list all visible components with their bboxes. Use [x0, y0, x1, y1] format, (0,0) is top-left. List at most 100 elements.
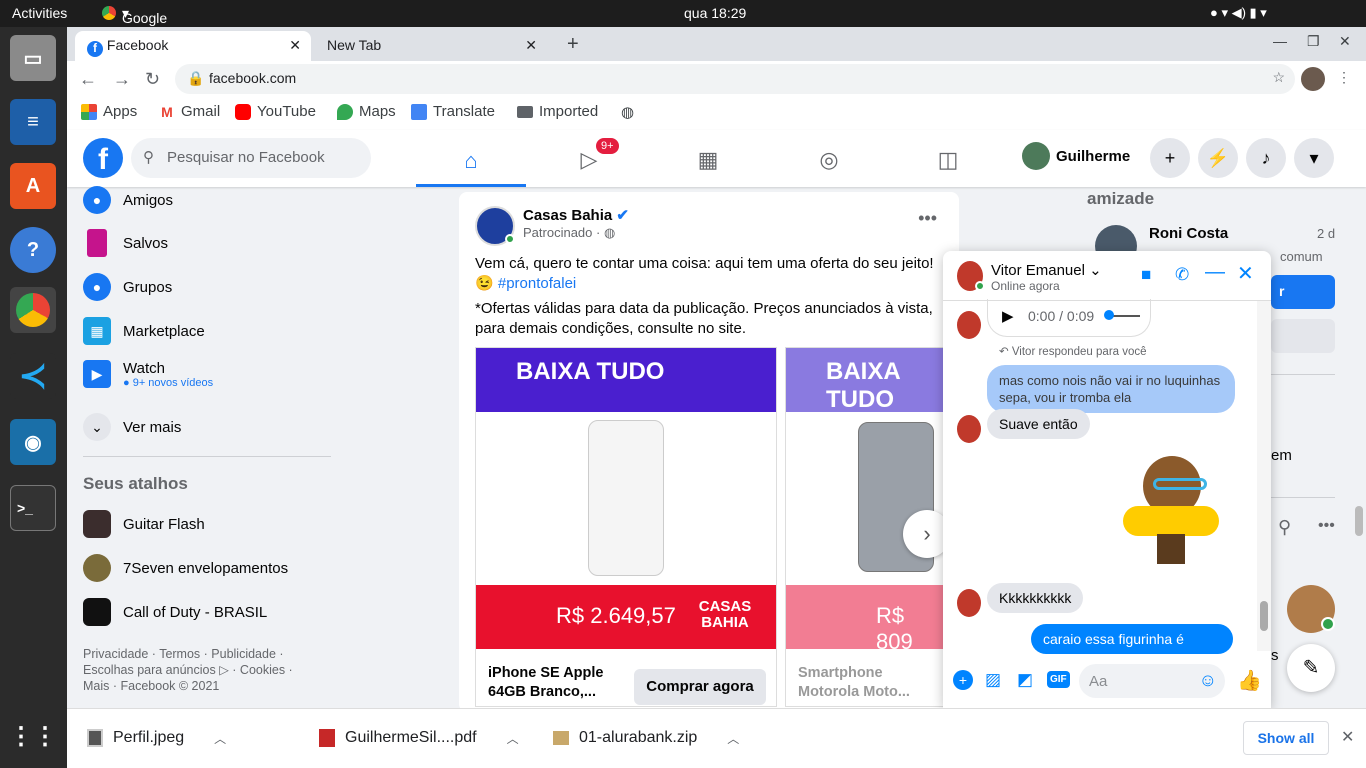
nav-groups[interactable]: ◎	[774, 138, 884, 182]
audio-scrubber[interactable]	[1104, 310, 1114, 320]
contacts-menu-icon[interactable]: •••	[1318, 517, 1335, 535]
writer-icon[interactable]: ≡	[10, 99, 56, 145]
bookmark-globe[interactable]: ◍	[621, 103, 634, 121]
play-icon[interactable]: ▶	[1002, 307, 1014, 325]
bookmark-imported[interactable]: Imported	[517, 103, 598, 120]
tab-new-tab[interactable]: New Tab ✕	[315, 31, 547, 61]
page-scrollbar[interactable]	[1355, 506, 1363, 536]
close-downloads-icon[interactable]: ✕	[1341, 727, 1354, 747]
help-icon[interactable]: ?	[10, 227, 56, 273]
audio-message[interactable]: ▶ 0:00 / 0:09	[987, 299, 1151, 337]
shortcut-call-of-duty[interactable]: Call of Duty - BRASIL	[83, 598, 267, 626]
back-icon[interactable]: ←	[79, 69, 97, 90]
minimize-chat-icon[interactable]: —	[1205, 261, 1225, 284]
download-item[interactable]: Perfil.jpeg ︿	[87, 729, 226, 747]
product-card[interactable]: BAIXA TUDO R$ 2.649,57 CASAS BAHIA iPhon…	[475, 347, 777, 707]
sidebar-item-grupos[interactable]: ● Grupos	[83, 273, 172, 301]
close-window-icon[interactable]: ✕	[1339, 33, 1351, 50]
chat-scrollbar[interactable]	[1257, 301, 1271, 651]
chevron-up-icon[interactable]: ︿	[507, 730, 519, 747]
video-call-icon[interactable]: ■	[1141, 265, 1151, 285]
show-apps-icon[interactable]: ⋮⋮	[9, 713, 57, 759]
delete-button[interactable]	[1271, 319, 1335, 353]
phone-call-icon[interactable]: ✆	[1175, 265, 1189, 285]
profile-avatar[interactable]	[1301, 67, 1325, 91]
sidebar-item-ver-mais[interactable]: ⌄ Ver mais	[83, 413, 181, 441]
download-item[interactable]: 01-alurabank.zip ︿	[553, 729, 739, 747]
post-author[interactable]: Casas Bahia ✔	[523, 206, 629, 224]
facebook-logo[interactable]: f	[83, 138, 123, 178]
tab-facebook[interactable]: f Facebook ✕	[75, 31, 311, 61]
contacts-search-icon[interactable]: ⚲	[1278, 517, 1291, 538]
bookmark-translate[interactable]: Translate	[411, 103, 495, 120]
more-actions-icon[interactable]: +	[953, 670, 973, 690]
bookmark-apps[interactable]: Apps	[81, 103, 137, 120]
restore-icon[interactable]: ❐	[1307, 33, 1320, 50]
bookmark-gmail[interactable]: M Gmail	[159, 103, 220, 120]
app-menu[interactable]: Google Chrome ▾	[122, 5, 172, 42]
bookmark-youtube[interactable]: YouTube	[235, 103, 316, 120]
sidebar-item-marketplace[interactable]: ▦ Marketplace	[83, 317, 205, 345]
chat-name[interactable]: Vitor Emanuel ⌄	[991, 261, 1102, 279]
address-bar[interactable]: 🔒 facebook.com ☆	[175, 64, 1295, 94]
chrome-menu-icon[interactable]: ⋮	[1337, 69, 1351, 86]
close-chat-icon[interactable]: ✕	[1237, 261, 1254, 286]
sidebar-item-salvos[interactable]: Salvos	[83, 229, 168, 257]
hashtag-link[interactable]: #prontofalei	[498, 275, 576, 292]
nav-gaming[interactable]: ◫	[893, 138, 1003, 182]
reload-icon[interactable]: ↻	[145, 69, 160, 90]
emoji-icon[interactable]: ☺	[1199, 670, 1217, 691]
chrome-dock-icon[interactable]	[10, 287, 56, 333]
online-dot	[975, 281, 985, 291]
buy-now-button[interactable]: Comprar agora	[634, 669, 766, 705]
shortcut-7seven[interactable]: 7Seven envelopamentos	[83, 554, 288, 582]
sponsored-label[interactable]: Patrocinado	[523, 225, 592, 240]
close-tab-icon[interactable]: ✕	[289, 37, 301, 54]
message-out: caraio essa figurinha é	[1031, 624, 1233, 654]
terminal-icon[interactable]: >_	[10, 485, 56, 531]
post-menu-icon[interactable]: •••	[918, 208, 937, 229]
chevron-up-icon[interactable]: ︿	[727, 730, 739, 747]
minimize-icon[interactable]: —	[1273, 33, 1287, 49]
bookmark-maps[interactable]: Maps	[337, 103, 396, 120]
friend-name[interactable]: Roni Costa	[1149, 225, 1228, 242]
nav-marketplace[interactable]: ▦	[653, 138, 763, 182]
bookmark-star-icon[interactable]: ☆	[1272, 69, 1285, 86]
vpn-icon[interactable]: ◉	[10, 419, 56, 465]
vscode-icon[interactable]: ≺	[10, 353, 56, 399]
account-menu-button[interactable]: ▾	[1294, 138, 1334, 178]
like-icon[interactable]: 👍	[1237, 668, 1262, 693]
download-item[interactable]: GuilhermeSil....pdf ︿	[319, 729, 519, 747]
new-tab-button[interactable]: +	[567, 33, 579, 56]
system-tray-icons[interactable]: ● ▾ ◀) ▮ ▾	[1210, 5, 1267, 21]
activities-button[interactable]: Activities	[12, 5, 67, 21]
close-tab-icon[interactable]: ✕	[525, 37, 537, 54]
nav-home[interactable]: ⌂	[416, 138, 526, 187]
chat-scrollbar-thumb[interactable]	[1260, 601, 1268, 631]
gif-icon[interactable]: GIF	[1047, 671, 1070, 688]
notifications-button[interactable]: ♪	[1246, 138, 1286, 178]
message-input[interactable]: Aa ☺	[1079, 664, 1225, 698]
software-center-icon[interactable]: A	[10, 163, 56, 209]
shortcut-guitar-flash[interactable]: Guitar Flash	[83, 510, 205, 538]
create-button[interactable]: +	[1150, 138, 1190, 178]
messenger-button[interactable]: ⚡	[1198, 138, 1238, 178]
product-title: Smartphone Motorola Moto...	[798, 665, 910, 700]
download-name: Perfil.jpeg	[113, 729, 185, 746]
files-icon[interactable]: ▭	[10, 35, 56, 81]
chevron-up-icon[interactable]: ︿	[214, 730, 226, 747]
shortcut-label: 7Seven envelopamentos	[123, 559, 289, 577]
sticker-icon[interactable]: ◩	[1017, 670, 1033, 690]
new-message-button[interactable]: ✎	[1287, 644, 1335, 692]
sidebar-item-amigos[interactable]: ● Amigos	[83, 186, 173, 214]
nav-watch[interactable]: ▷ 9+	[534, 138, 644, 182]
sidebar-item-watch[interactable]: ▶ Watch ● 9+ novos vídeos	[83, 360, 213, 389]
show-all-button[interactable]: Show all	[1243, 721, 1329, 755]
sidebar-footer[interactable]: Privacidade · Termos · Publicidade · Esc…	[83, 646, 313, 694]
clock[interactable]: qua 18:29	[684, 5, 746, 21]
profile-link[interactable]: Guilherme	[1022, 142, 1130, 170]
photo-icon[interactable]: ▨	[985, 670, 1001, 690]
forward-icon[interactable]: →	[113, 69, 131, 90]
search-input[interactable]: ⚲ Pesquisar no Facebook	[131, 138, 371, 178]
confirm-button[interactable]: r	[1271, 275, 1335, 309]
